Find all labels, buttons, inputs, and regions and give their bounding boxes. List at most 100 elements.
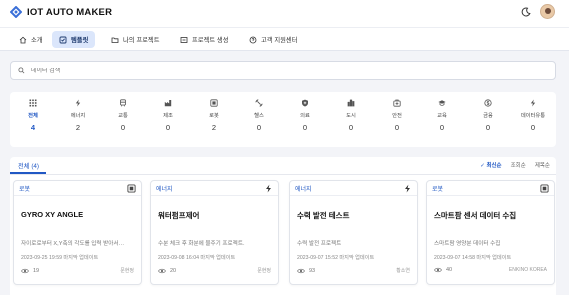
lightning-icon [530, 99, 536, 107]
folder-icon [111, 37, 119, 43]
category-city[interactable]: 도시 0 [336, 98, 366, 132]
main-nav: 소개 템플릿 나의 프로젝트 프로젝트 생성 고객 지원센터 [0, 27, 569, 51]
template-icon [59, 36, 67, 43]
robot-icon [540, 183, 549, 193]
category-label: 의료 [300, 113, 310, 119]
category-label: 로봇 [209, 113, 219, 119]
app-logo[interactable]: IOT AUTO MAKER [10, 6, 112, 18]
category-count: 0 [530, 123, 536, 132]
nav-label: 프로젝트 생성 [192, 37, 229, 44]
top-bar: IOT AUTO MAKER [0, 0, 569, 27]
logo-icon [10, 6, 22, 18]
divider [10, 174, 556, 175]
home-icon [19, 36, 27, 43]
search-input[interactable] [31, 67, 531, 74]
category-energy[interactable]: 에너지 2 [63, 98, 93, 132]
card-description: 자이로로부터 X,Y축의 각도를 입력 받아서… [21, 241, 125, 247]
user-avatar[interactable] [540, 4, 555, 19]
dark-mode-icon[interactable] [521, 6, 531, 17]
category-label: 도시 [346, 113, 356, 119]
sort-views[interactable]: 조회순 [511, 161, 526, 169]
card-category: 에너지 [295, 186, 312, 193]
view-count: 40 [434, 267, 452, 273]
category-label: 제조 [163, 113, 173, 119]
card-updated: 2023-09-07 14:58 마지막 업데이트 [434, 255, 512, 261]
category-count: 0 [165, 123, 171, 132]
category-filter-panel: 전체 4 에너지 2 교통 0 제조 0 로봇 2 헬스 0 의료 0 도시 0… [10, 92, 556, 147]
robot-icon [127, 183, 136, 193]
template-card[interactable]: 로봇 GYRO XY ANGLE 자이로로부터 X,Y축의 각도를 입력 받아서… [13, 180, 142, 285]
card-title: 스마트팜 센서 데이터 수집 [434, 211, 517, 220]
category-data-distribution[interactable]: 데이터유통 0 [518, 98, 548, 132]
category-count: 2 [75, 123, 81, 132]
city-icon [347, 99, 355, 107]
category-count: 0 [120, 123, 126, 132]
category-safety[interactable]: 안전 0 [382, 98, 412, 132]
card-description: 스마트팜 영양분 데이터 수집 [434, 241, 501, 247]
view-count-value: 19 [33, 267, 40, 274]
card-author: 문현정 [257, 268, 271, 274]
sort-title[interactable]: 제목순 [535, 161, 550, 169]
category-transport[interactable]: 교통 0 [108, 98, 138, 132]
template-card[interactable]: 에너지 수력 발전 테스트 수력 발전 프로젝트 2023-09-07 15:5… [289, 180, 418, 285]
eye-icon [21, 268, 29, 273]
category-label: 헬스 [254, 113, 264, 119]
category-count: 0 [439, 123, 445, 132]
category-manufacturing[interactable]: 제조 0 [153, 98, 183, 132]
category-label: 전체 [28, 113, 38, 119]
nav-my-projects[interactable]: 나의 프로젝트 [104, 31, 167, 48]
eye-icon [158, 268, 166, 273]
category-health[interactable]: 헬스 0 [244, 98, 274, 132]
factory-icon [164, 100, 172, 107]
nav-label: 나의 프로젝트 [123, 37, 160, 44]
robot-icon [210, 99, 218, 107]
nav-create-project[interactable]: 프로젝트 생성 [173, 31, 236, 48]
category-medical[interactable]: 의료 0 [290, 98, 320, 132]
category-robot[interactable]: 로봇 2 [199, 98, 229, 132]
category-count: 0 [348, 123, 354, 132]
card-category: 로봇 [19, 186, 31, 193]
sort-label: 최신순 [486, 163, 502, 169]
card-title: 워터펌프제어 [158, 211, 200, 220]
template-card[interactable]: 에너지 워터펌프제어 수분 체크 후 화분에 물주기 프로젝트. 2023-09… [150, 180, 279, 285]
card-updated: 2023-09-25 19:59 마지막 업데이트 [21, 255, 99, 261]
view-count-value: 20 [170, 267, 177, 274]
card-title: GYRO XY ANGLE [21, 210, 84, 219]
safety-icon [393, 99, 401, 107]
sort-latest[interactable]: ✓ 최신순 [480, 161, 501, 169]
category-count: 0 [302, 123, 308, 132]
template-card[interactable]: 로봇 스마트팜 센서 데이터 수집 스마트팜 영양분 데이터 수집 2023-0… [426, 180, 555, 285]
category-count: 0 [394, 123, 400, 132]
lightning-icon [405, 184, 410, 192]
category-label: 금융 [483, 113, 493, 119]
graduation-icon [438, 100, 446, 106]
category-count: 2 [211, 123, 217, 132]
category-finance[interactable]: 금융 0 [473, 98, 503, 132]
nav-label: 템플릿 [71, 37, 89, 44]
eye-icon [297, 268, 305, 273]
nav-intro[interactable]: 소개 [12, 31, 50, 48]
category-label: 에너지 [70, 113, 86, 119]
card-updated: 2023-09-07 15:52 마지막 업데이트 [297, 255, 375, 261]
search-bar[interactable] [10, 61, 556, 80]
category-label: 교육 [437, 113, 447, 119]
category-all[interactable]: 전체 4 [18, 98, 48, 132]
category-count: 0 [485, 123, 491, 132]
view-count: 93 [297, 268, 315, 274]
card-category: 에너지 [156, 186, 173, 193]
nav-label: 소개 [31, 37, 43, 44]
nav-templates[interactable]: 템플릿 [52, 31, 96, 48]
grid-icon [29, 99, 37, 107]
category-count: 0 [256, 123, 262, 132]
category-education[interactable]: 교육 0 [427, 98, 457, 132]
card-description: 수력 발전 프로젝트 [297, 241, 342, 247]
sort-options: ✓ 최신순 조회순 제목순 [480, 161, 550, 169]
nav-support-center[interactable]: 고객 지원센터 [242, 31, 305, 48]
eye-icon [434, 267, 442, 273]
dumbbell-icon [255, 99, 263, 107]
card-category: 로봇 [432, 186, 444, 193]
help-icon [249, 36, 257, 43]
view-count-value: 40 [446, 267, 453, 273]
card-author: ENKINO KOREA [508, 267, 547, 273]
lightning-icon [75, 99, 81, 107]
